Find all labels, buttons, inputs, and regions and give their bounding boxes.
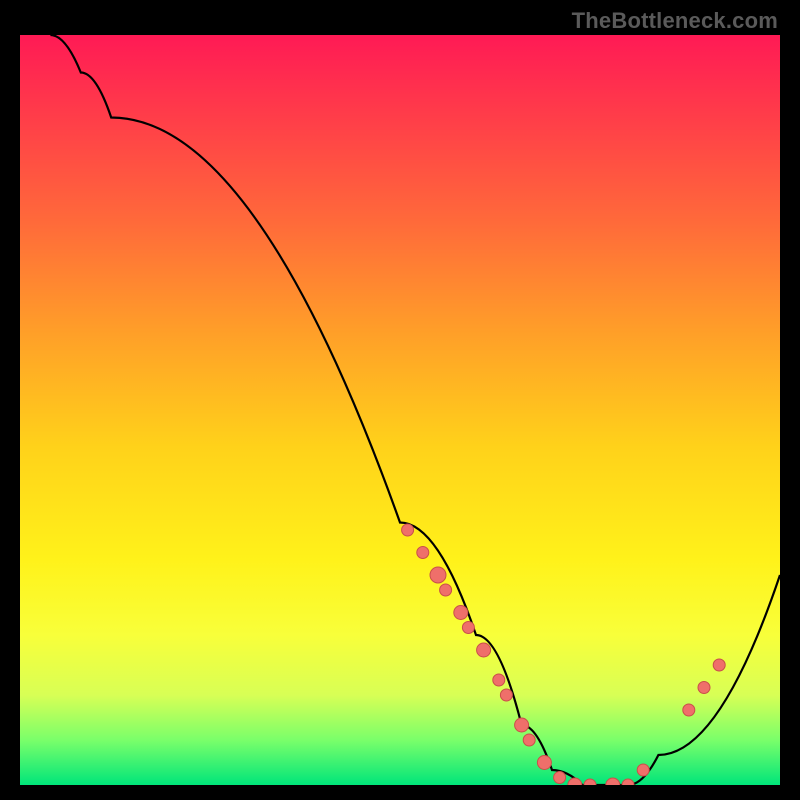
- data-dot: [568, 778, 582, 785]
- chart-frame: [20, 35, 780, 785]
- data-dot: [493, 674, 505, 686]
- chart-svg: [20, 35, 780, 785]
- bottleneck-curve: [50, 35, 780, 785]
- data-dot: [477, 643, 491, 657]
- data-dot: [462, 622, 474, 634]
- data-dot: [537, 756, 551, 770]
- data-dot: [606, 778, 620, 785]
- data-dot: [430, 567, 446, 583]
- data-dot: [440, 584, 452, 596]
- data-dot: [698, 682, 710, 694]
- data-dot: [402, 524, 414, 536]
- data-dot: [523, 734, 535, 746]
- data-dot: [584, 779, 596, 785]
- data-dot: [622, 779, 634, 785]
- data-dot: [554, 772, 566, 784]
- data-dot: [454, 606, 468, 620]
- plot-area: [20, 35, 780, 785]
- data-dot: [637, 764, 649, 776]
- data-dot: [515, 718, 529, 732]
- watermark-text: TheBottleneck.com: [572, 8, 778, 34]
- data-dot: [713, 659, 725, 671]
- data-dots-group: [402, 524, 726, 785]
- data-dot: [417, 547, 429, 559]
- data-dot: [683, 704, 695, 716]
- data-dot: [500, 689, 512, 701]
